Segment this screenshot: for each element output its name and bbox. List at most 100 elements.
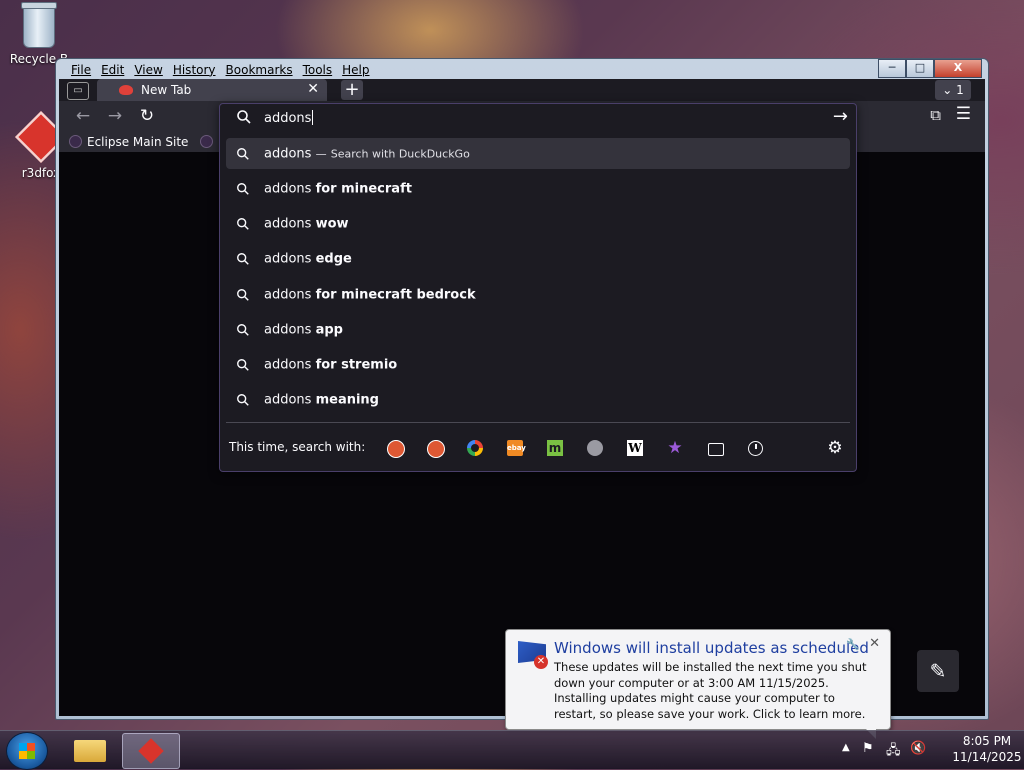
notification-body: These updates will be installed the next…: [554, 660, 867, 721]
searx-icon[interactable]: [587, 440, 603, 456]
suggestion-bold: wow: [315, 216, 349, 232]
customize-pencil-icon[interactable]: ✎: [917, 650, 959, 692]
menu-help[interactable]: Help: [337, 61, 374, 79]
suggestion-bold: for minecraft bedrock: [315, 287, 476, 303]
desktop-icon-recycle-bin[interactable]: Recycle B: [4, 2, 74, 66]
menu-file[interactable]: File: [66, 61, 96, 79]
notification-title: Windows will install updates as schedule…: [554, 639, 869, 657]
suggestion-row[interactable]: addons for stremio: [226, 347, 850, 382]
tab-count: 1: [956, 83, 964, 97]
folder-icon: [74, 740, 106, 762]
minimize-button[interactable]: ─: [878, 59, 906, 78]
suggestion-list: addons — Search with DuckDuckGo addons f…: [226, 138, 850, 418]
close-window-button[interactable]: X: [934, 59, 982, 78]
suggestion-base: addons: [264, 216, 312, 232]
suggestion-base: addons: [264, 287, 312, 303]
hamburger-menu-icon[interactable]: ☰: [956, 104, 971, 124]
suggestion-row[interactable]: addons meaning: [226, 383, 850, 418]
bookmark-item[interactable]: Eclipse Main Site: [69, 131, 188, 152]
search-icon: [237, 182, 249, 195]
search-icon: [237, 394, 249, 407]
menu-view[interactable]: View: [129, 61, 167, 79]
tabs-icon[interactable]: [708, 443, 724, 456]
action-center-error-icon[interactable]: ⚑: [862, 741, 878, 757]
search-icon: [237, 323, 249, 336]
volume-muted-icon[interactable]: 🔇: [910, 741, 926, 757]
notification-close-icon[interactable]: ✕: [869, 636, 880, 651]
taskbar-r3dfox-button[interactable]: [122, 733, 180, 769]
divider: [226, 422, 850, 423]
list-all-tabs-button[interactable]: ⌄ 1: [935, 80, 971, 100]
reload-icon[interactable]: ↻: [137, 106, 157, 126]
suggestion-base: addons: [264, 181, 312, 197]
error-badge-icon: ✕: [534, 655, 548, 669]
mojeek-icon[interactable]: m: [547, 440, 563, 456]
ebay-icon[interactable]: ebay: [507, 440, 526, 456]
back-arrow-icon[interactable]: ←: [73, 106, 93, 126]
menu-bookmarks[interactable]: Bookmarks: [221, 61, 298, 79]
url-input[interactable]: addons →: [220, 104, 856, 132]
suggestion-bold: for stremio: [315, 357, 398, 373]
suggestion-engine-text: Search with DuckDuckGo: [330, 147, 470, 160]
maximize-button[interactable]: □: [906, 59, 934, 78]
go-arrow-icon[interactable]: →: [833, 106, 848, 127]
bookmarks-star-icon[interactable]: ★: [667, 440, 683, 457]
new-tab-button[interactable]: +: [341, 80, 363, 100]
tab-favicon-icon: [119, 85, 133, 95]
menu-edit[interactable]: Edit: [96, 61, 129, 79]
tab-title: New Tab: [141, 83, 192, 97]
suggestion-row[interactable]: addons for minecraft bedrock: [226, 277, 850, 312]
wrench-icon[interactable]: 🔧: [846, 638, 860, 651]
suggestion-query: addons: [264, 146, 312, 161]
search-icon: [237, 253, 249, 265]
urlbar-dropdown: addons → addons — Search with DuckDuckGo…: [219, 103, 857, 472]
clock-date: 11/14/2025: [952, 750, 1022, 764]
tab-groups-icon[interactable]: ▭: [67, 82, 89, 100]
tab-bar: ▭ New Tab ✕ + ⌄ 1: [59, 79, 985, 101]
suggestion-row[interactable]: addons wow: [226, 206, 850, 241]
suggestion-bold: meaning: [315, 392, 379, 408]
suggestion-bold: app: [315, 322, 343, 338]
suggestion-bold: for minecraft: [315, 181, 412, 197]
search-icon: [237, 110, 251, 124]
show-hidden-icons-icon[interactable]: ▲: [842, 742, 850, 753]
forward-arrow-icon[interactable]: →: [105, 106, 125, 126]
suggestion-base: addons: [264, 322, 312, 338]
bookmark-favicon-icon: [69, 135, 82, 148]
google-icon[interactable]: [467, 440, 483, 456]
taskbar-explorer-button[interactable]: [62, 733, 118, 767]
start-button[interactable]: [6, 732, 48, 770]
menu-history[interactable]: History: [168, 61, 221, 79]
suggestion-row[interactable]: addons for minecraft: [226, 171, 850, 206]
system-tray: ▲ ⚑ 🖧 🔇 8:05 PM 11/14/2025: [834, 731, 1024, 769]
suggestion-base: addons: [264, 357, 312, 373]
menu-bar: File Edit View History Bookmarks Tools H…: [66, 61, 375, 79]
suggestion-row[interactable]: addons edge: [226, 242, 850, 277]
history-icon[interactable]: [748, 441, 763, 456]
one-off-search-bar: This time, search with: ebay m W ★ ⚙: [220, 424, 856, 470]
search-icon: [237, 217, 249, 230]
suggestion-row-selected[interactable]: addons — Search with DuckDuckGo: [226, 138, 850, 169]
search-icon: [237, 288, 249, 301]
r3dfox-logo-icon: [138, 738, 164, 764]
extensions-puzzle-icon[interactable]: ⧉: [930, 106, 941, 124]
clock-time: 8:05 PM: [962, 734, 1012, 748]
update-notification[interactable]: ✕ Windows will install updates as schedu…: [505, 629, 891, 739]
duckduckgo-icon[interactable]: [387, 440, 405, 458]
wikipedia-icon[interactable]: W: [627, 440, 643, 456]
recycle-bin-icon: [21, 2, 57, 48]
bookmark-label: Eclipse Main Site: [87, 134, 189, 149]
suggestion-base: addons: [264, 251, 312, 267]
menu-tools[interactable]: Tools: [298, 61, 338, 79]
tab-new-tab[interactable]: New Tab ✕: [97, 79, 327, 101]
taskbar: ▲ ⚑ 🖧 🔇 8:05 PM 11/14/2025: [0, 730, 1024, 770]
tab-close-icon[interactable]: ✕: [307, 81, 319, 97]
window-controls: ─ □ X: [878, 59, 982, 78]
clock[interactable]: 8:05 PM 11/14/2025: [952, 733, 1022, 765]
search-icon: [237, 147, 249, 160]
suggestion-row[interactable]: addons app: [226, 312, 850, 347]
suggestion-separator: —: [315, 147, 327, 160]
duckduckgo-lite-icon[interactable]: [427, 440, 445, 458]
search-settings-gear-icon[interactable]: ⚙: [827, 440, 843, 457]
network-icon[interactable]: 🖧: [886, 741, 902, 758]
